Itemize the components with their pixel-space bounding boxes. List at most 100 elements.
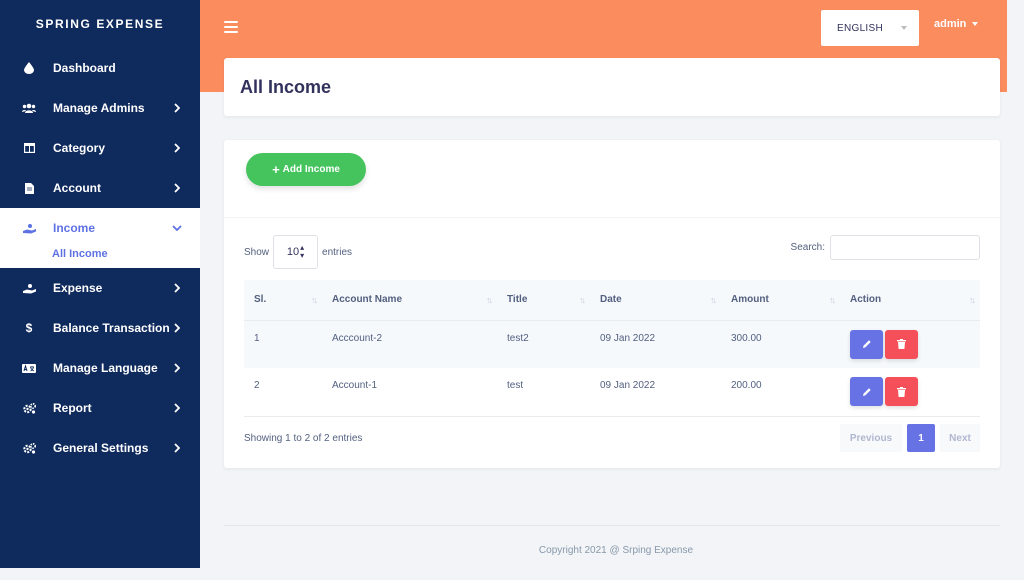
add-income-button[interactable]: + Add Income (246, 153, 366, 186)
chevron-right-icon (172, 143, 182, 153)
sidebar-item-label: Category (53, 141, 106, 155)
search-label: Search: (790, 242, 825, 253)
user-name: admin (934, 18, 967, 30)
column-header-action[interactable]: Action ↑↓ (840, 280, 980, 321)
hand-icon (22, 281, 36, 295)
column-label: Title (507, 294, 528, 306)
chevron-right-icon (172, 283, 182, 293)
search-input[interactable] (830, 235, 980, 260)
sort-updown-icon: ▴ ▾ (300, 243, 305, 260)
language-icon (22, 361, 36, 375)
chevron-down-icon (172, 223, 182, 233)
sidebar-item-account[interactable]: Account (0, 168, 200, 208)
sidebar-item-label: General Settings (53, 441, 149, 455)
sidebar-item-manage-admins[interactable]: Manage Admins (0, 88, 200, 128)
cell-account-name: Acccount-2 (322, 320, 497, 368)
entries-select[interactable]: 10 ▴ ▾ (273, 235, 319, 269)
chevron-right-icon (172, 103, 182, 113)
cell-date: 09 Jan 2022 (590, 320, 721, 368)
sidebar-item-label: Dashboard (53, 61, 116, 75)
drop-icon (22, 61, 36, 75)
column-header-title[interactable]: Title ↑↓ (497, 280, 590, 321)
users-icon (22, 101, 36, 115)
pagination-page-1[interactable]: 1 (907, 424, 935, 452)
column-header-date[interactable]: Date ↑↓ (590, 280, 721, 321)
caret-down-icon (972, 22, 979, 26)
table-controls: Show 10 ▴ ▾ entries Search: (244, 235, 980, 269)
caret-down-icon (901, 26, 907, 30)
table-header-row: Sl. ↑↓ Account Name ↑↓ Title ↑↓ Date ↑↓ Amou… (244, 280, 980, 321)
sidebar-item-label: Manage Language (53, 361, 158, 375)
edit-button[interactable] (850, 377, 883, 406)
chevron-right-icon (172, 183, 182, 193)
cogs-icon (22, 441, 36, 455)
table-info: Showing 1 to 2 of 2 entries (244, 433, 363, 444)
sidebar-item-expense[interactable]: Expense (0, 268, 200, 308)
plus-icon: + (272, 161, 280, 177)
sort-icon: ↑↓ (829, 295, 836, 305)
sidebar-item-label: Manage Admins (53, 101, 145, 115)
page-title-card: All Income (224, 58, 1000, 116)
language-select-value: ENGLISH (837, 22, 884, 34)
column-label: Sl. (254, 294, 267, 306)
sidebar-item-balance-transaction[interactable]: $ Balance Transaction (0, 308, 200, 348)
pagination-previous[interactable]: Previous (840, 424, 902, 452)
column-header-account-name[interactable]: Account Name ↑↓ (322, 280, 497, 321)
cell-title: test (497, 368, 590, 417)
chevron-right-icon (172, 403, 182, 413)
page-footer: Copyright 2021 @ Srping Expense (224, 525, 1000, 568)
cell-amount: 300.00 (721, 320, 840, 368)
cell-account-name: Account-1 (322, 368, 497, 417)
income-submenu: All Income (0, 248, 200, 268)
income-table: Sl. ↑↓ Account Name ↑↓ Title ↑↓ Date ↑↓ Amou… (244, 280, 980, 417)
delete-button[interactable] (885, 329, 918, 359)
pagination: Previous 1 Next (840, 424, 980, 452)
language-select[interactable]: ENGLISH (821, 10, 919, 46)
chevron-right-icon (172, 443, 182, 453)
cell-amount: 200.00 (721, 368, 840, 417)
sidebar-item-label: Report (53, 401, 92, 415)
sort-icon: ↑↓ (486, 295, 493, 305)
entries-length: Show 10 ▴ ▾ entries (244, 235, 352, 269)
hand-holding-icon (22, 221, 36, 235)
cell-date: 09 Jan 2022 (590, 368, 721, 417)
show-label: Show (244, 246, 270, 258)
column-label: Account Name (332, 294, 403, 306)
entries-select-value: 10 (286, 246, 300, 258)
column-label: Amount (731, 294, 769, 306)
sort-icon: ↑↓ (710, 295, 717, 305)
table-row: 1 Acccount-2 test2 09 Jan 2022 300.00 (244, 320, 980, 368)
user-menu[interactable]: admin (934, 18, 979, 30)
chevron-right-icon (172, 323, 182, 333)
cell-action (840, 368, 980, 417)
brand-logo[interactable]: SPRING EXPENSE (0, 0, 200, 48)
sidebar-item-category[interactable]: Category (0, 128, 200, 168)
column-header-amount[interactable]: Amount ↑↓ (721, 280, 840, 321)
sidebar-nav: Dashboard Manage Admins Category Account (0, 48, 200, 468)
column-header-sl[interactable]: Sl. ↑↓ (244, 280, 322, 321)
cell-sl: 1 (244, 320, 322, 368)
dollar-icon: $ (25, 321, 33, 335)
card-header: + Add Income (224, 140, 1000, 218)
cell-sl: 2 (244, 368, 322, 417)
sidebar-item-general-settings[interactable]: General Settings (0, 428, 200, 468)
file-icon (22, 181, 36, 195)
sidebar-item-report[interactable]: Report (0, 388, 200, 428)
trash-icon (897, 386, 906, 397)
sidebar-item-dashboard[interactable]: Dashboard (0, 48, 200, 88)
table-row: 2 Account-1 test 09 Jan 2022 200.00 (244, 368, 980, 417)
cell-title: test2 (497, 320, 590, 368)
sidebar-item-manage-language[interactable]: Manage Language (0, 348, 200, 388)
pagination-next[interactable]: Next (940, 424, 980, 452)
delete-button[interactable] (885, 377, 918, 406)
sidebar-group-income: Income All Income (0, 208, 200, 268)
copyright-text: Copyright 2021 @ Srping Expense (538, 545, 694, 556)
submenu-item-all-income[interactable]: All Income (52, 248, 200, 260)
sidebar-item-income[interactable]: Income (0, 208, 200, 248)
edit-button[interactable] (850, 329, 883, 359)
cell-action (840, 320, 980, 368)
sidebar-item-label: Expense (53, 281, 103, 295)
chevron-right-icon (172, 363, 182, 373)
sort-icon: ↑↓ (311, 295, 318, 305)
menu-toggle-icon[interactable] (224, 20, 238, 34)
